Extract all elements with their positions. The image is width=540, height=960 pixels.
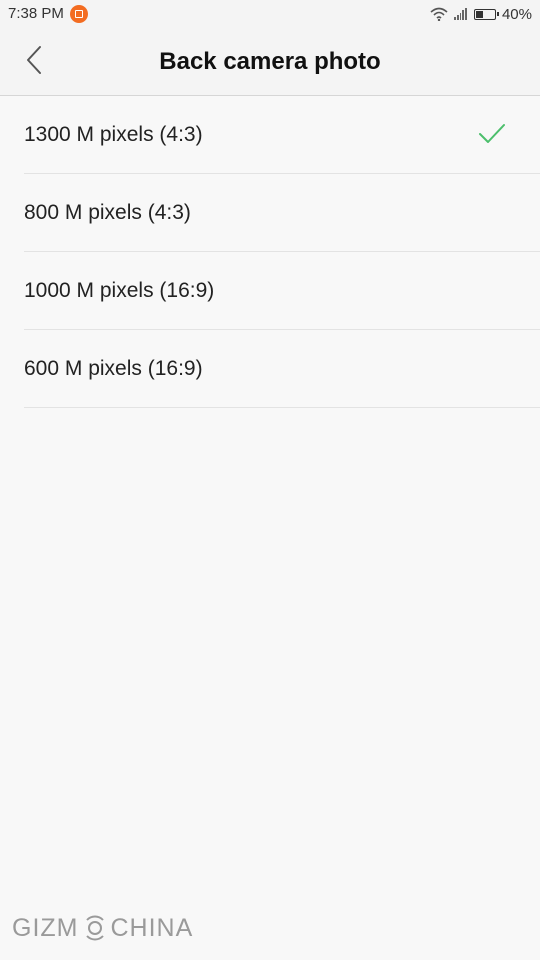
battery-icon [473, 8, 499, 20]
status-indicators: 40% [430, 4, 532, 24]
watermark-signal-logo [80, 913, 110, 943]
signal-icon [453, 8, 468, 20]
status-time: 7:38 PM [8, 5, 64, 22]
battery-fill [475, 10, 483, 18]
watermark-text-right: CHINA [110, 913, 194, 942]
option-label: 1000 M pixels (16:9) [24, 279, 215, 302]
option-label: 800 M pixels (4:3) [24, 201, 191, 224]
option-item-600mp-16-9[interactable]: 600 M pixels (16:9) [0, 330, 540, 408]
option-label: 600 M pixels (16:9) [24, 357, 203, 380]
option-item-1000mp-16-9[interactable]: 1000 M pixels (16:9) [0, 252, 540, 330]
page-title: Back camera photo [159, 48, 381, 75]
wifi-icon [430, 7, 448, 21]
resolution-option-list: 1300 M pixels (4:3) 800 M pixels (4:3) 1… [0, 96, 540, 408]
watermark-text-left: GIZM [12, 913, 79, 942]
battery-percent: 40% [501, 5, 532, 23]
option-label: 1300 M pixels (4:3) [24, 123, 203, 146]
gizmochina-watermark: GIZM CHINA [12, 908, 193, 948]
header-bar: Back camera photo [0, 28, 540, 96]
app-notification-icon [70, 5, 88, 23]
status-bar: 7:38 PM 40% [0, 0, 540, 28]
check-icon [478, 122, 506, 146]
option-item-1300mp-4-3[interactable]: 1300 M pixels (4:3) [0, 96, 540, 174]
option-item-800mp-4-3[interactable]: 800 M pixels (4:3) [0, 174, 540, 252]
